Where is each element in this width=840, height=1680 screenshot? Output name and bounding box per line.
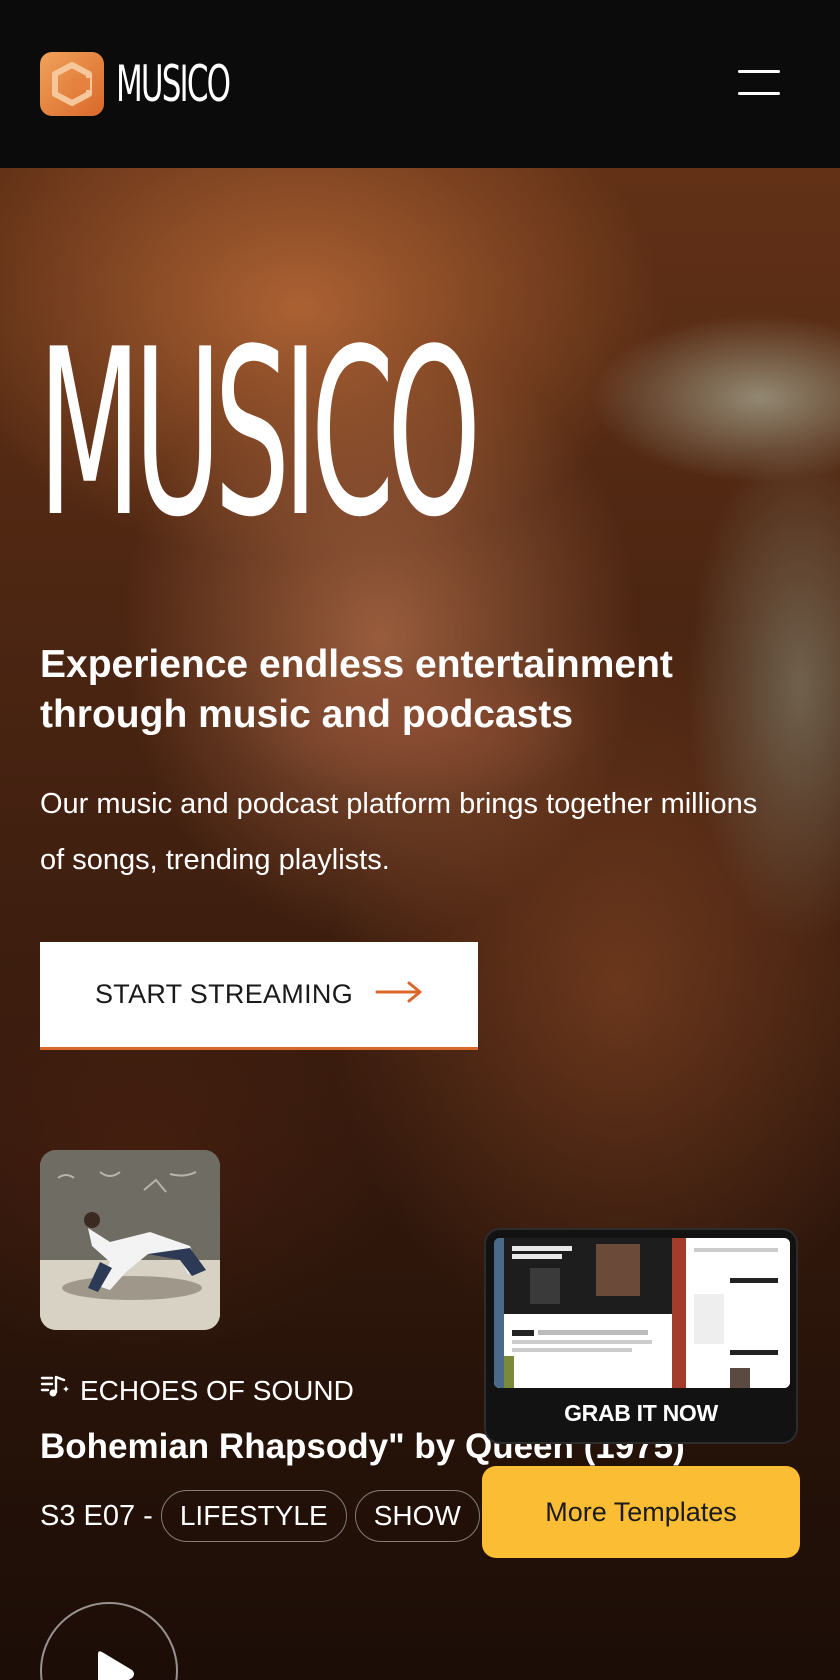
episode-kicker: ECHOES OF SOUND <box>40 1374 354 1407</box>
tag-lifestyle[interactable]: LIFESTYLE <box>160 1490 347 1542</box>
start-streaming-button[interactable]: START STREAMING <box>40 942 478 1050</box>
more-templates-button[interactable]: More Templates <box>482 1466 800 1558</box>
episode-show-name: ECHOES OF SOUND <box>80 1374 354 1406</box>
hero-title: MUSICO <box>38 301 481 568</box>
tag-show[interactable]: SHOW <box>354 1490 480 1542</box>
arrow-right-icon <box>375 980 423 1009</box>
episode-thumbnail[interactable] <box>40 1150 220 1330</box>
episode-code: S3 E07 - <box>40 1499 153 1532</box>
top-navigation-bar: MUSICO <box>0 0 840 168</box>
template-promo-card[interactable]: GRAB IT NOW <box>484 1228 798 1444</box>
start-streaming-label: START STREAMING <box>94 979 354 1009</box>
episode-meta: S3 E07 - LIFESTYLE SHOW <box>40 1490 480 1542</box>
hamburger-menu-icon[interactable] <box>738 70 780 98</box>
play-icon <box>98 1651 134 1680</box>
grab-it-now-label: GRAB IT NOW <box>564 1400 718 1426</box>
hero-headline: Experience endless entertainment through… <box>40 643 673 736</box>
brand-logo[interactable]: MUSICO <box>40 52 299 116</box>
hero-description: Our music and podcast platform brings to… <box>40 788 758 876</box>
brand-c-logo-icon <box>40 52 104 116</box>
brand-name: MUSICO <box>116 55 231 113</box>
music-note-icon <box>40 1374 70 1407</box>
template-preview-image <box>494 1238 790 1388</box>
